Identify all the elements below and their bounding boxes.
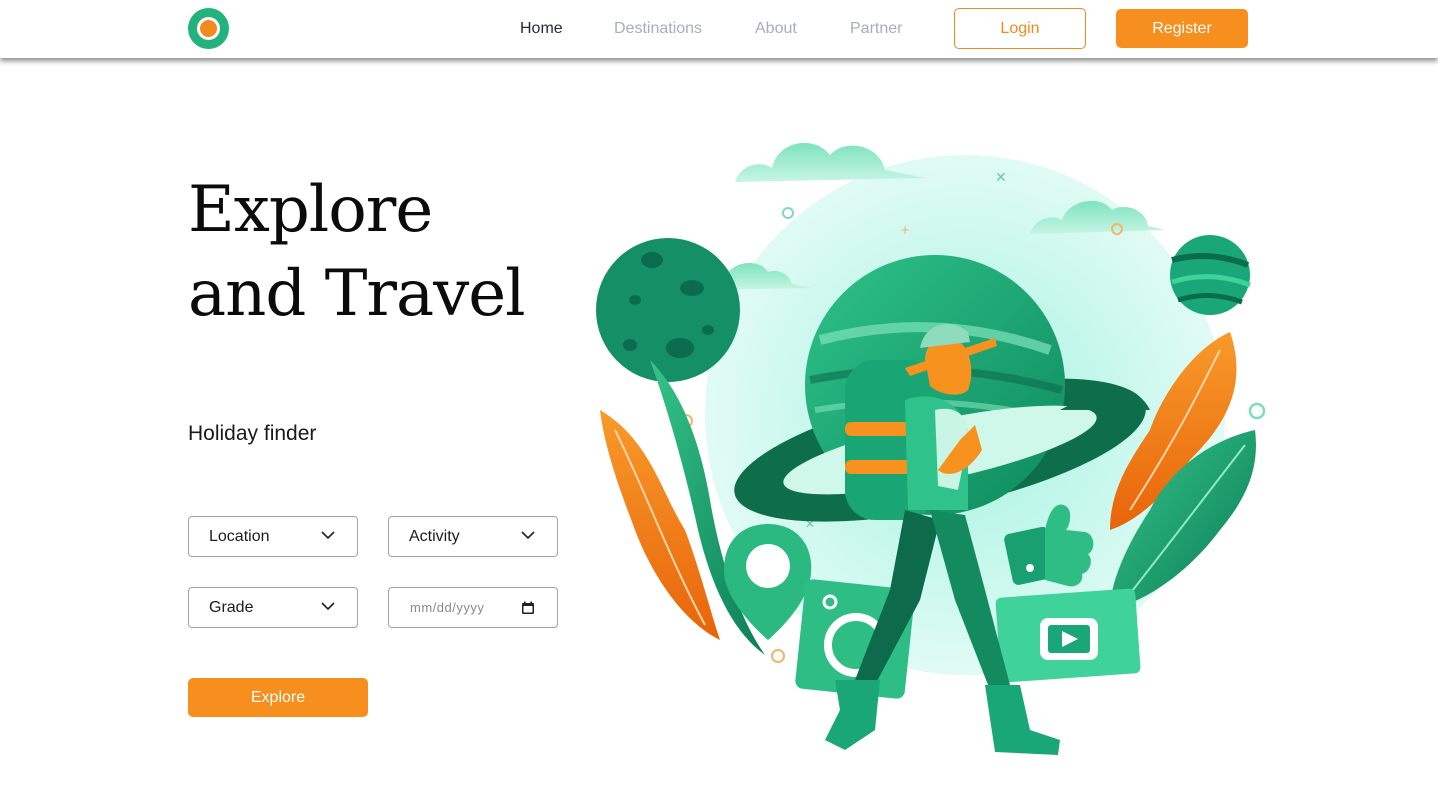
nav-link-about[interactable]: About — [755, 19, 797, 39]
login-button[interactable]: Login — [954, 8, 1086, 49]
hero-title-line-1: Explore — [188, 173, 433, 247]
decor-ring — [771, 649, 785, 663]
svg-text:+: + — [900, 223, 910, 237]
location-select-label: Location — [209, 527, 270, 545]
logo[interactable] — [188, 8, 229, 49]
traveler-illustration: ✕ ✕ + + — [596, 142, 1266, 755]
chevron-down-icon — [321, 531, 335, 540]
chevron-down-icon — [521, 531, 535, 540]
grade-select[interactable]: Grade — [188, 587, 358, 628]
calendar-icon[interactable] — [521, 601, 535, 615]
date-input-placeholder: mm/dd/yyyy — [410, 600, 485, 615]
holiday-finder-heading: Holiday finder — [188, 422, 317, 445]
register-button[interactable]: Register — [1116, 9, 1248, 48]
grade-select-label: Grade — [209, 598, 254, 616]
small-planet — [1170, 235, 1251, 315]
cloud-top — [735, 142, 925, 182]
moon-planet — [596, 238, 740, 382]
chevron-down-icon — [321, 602, 335, 611]
nav-link-destinations[interactable]: Destinations — [614, 19, 702, 39]
nav-link-partner[interactable]: Partner — [850, 19, 902, 39]
video-card — [995, 588, 1141, 683]
logo-dot — [197, 17, 220, 40]
decor-ring — [1248, 402, 1266, 420]
explore-button[interactable]: Explore — [188, 678, 368, 717]
nav-link-home[interactable]: Home — [520, 19, 563, 39]
activity-select-label: Activity — [409, 527, 460, 545]
navbar: Home Destinations About Partner Login Re… — [0, 0, 1438, 58]
activity-select[interactable]: Activity — [388, 516, 558, 557]
location-select[interactable]: Location — [188, 516, 358, 557]
hero-title-line-2: and Travel — [188, 257, 526, 331]
hero-title: Explore and Travel — [188, 168, 568, 336]
svg-text:✕: ✕ — [995, 170, 1007, 186]
date-input[interactable]: mm/dd/yyyy — [388, 587, 558, 628]
decor-ring — [782, 207, 794, 219]
